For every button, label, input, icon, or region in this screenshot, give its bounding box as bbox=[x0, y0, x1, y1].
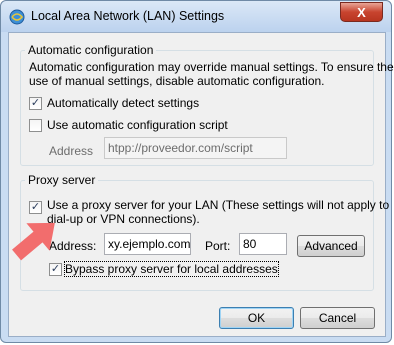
proxy-port-label: Port: bbox=[205, 239, 231, 253]
pointer-arrow-icon bbox=[12, 222, 55, 261]
proxy-address-field[interactable]: xy.ejemplo.com bbox=[104, 233, 191, 255]
use-proxy-label-line1[interactable]: Use a proxy server for your LAN (These s… bbox=[47, 198, 389, 212]
proxy-server-legend: Proxy server bbox=[28, 173, 96, 187]
auto-config-description-line2: use of manual settings, disable automati… bbox=[29, 74, 325, 88]
auto-detect-label[interactable]: Automatically detect settings bbox=[47, 96, 199, 110]
use-script-checkbox[interactable] bbox=[29, 119, 42, 132]
ok-button[interactable]: OK bbox=[219, 307, 294, 329]
close-button[interactable]: X bbox=[340, 2, 383, 22]
cancel-button[interactable]: Cancel bbox=[300, 307, 375, 329]
title-bar: Local Area Network (LAN) Settings X bbox=[1, 1, 391, 32]
script-address-field[interactable]: htpp://proveedor.com/script bbox=[104, 137, 287, 159]
auto-detect-checkbox[interactable]: ✓ bbox=[29, 97, 42, 110]
lan-settings-dialog: Local Area Network (LAN) Settings X Auto… bbox=[0, 0, 394, 343]
automatic-configuration-legend: Automatic configuration bbox=[28, 43, 154, 57]
bypass-label[interactable]: Bypass proxy server for local addresses bbox=[64, 261, 279, 277]
internet-options-icon bbox=[9, 9, 25, 25]
dialog-body: Automatic configuration Automatic config… bbox=[8, 32, 394, 337]
use-proxy-label-line2[interactable]: dial-up or VPN connections). bbox=[47, 212, 200, 226]
use-script-label[interactable]: Use automatic configuration script bbox=[47, 118, 228, 132]
advanced-button[interactable]: Advanced bbox=[297, 235, 365, 257]
auto-config-description-line1: Automatic configuration may override man… bbox=[29, 60, 394, 74]
window-title: Local Area Network (LAN) Settings bbox=[31, 9, 225, 23]
script-address-label: Address bbox=[49, 144, 94, 158]
proxy-port-field[interactable]: 80 bbox=[239, 233, 287, 255]
